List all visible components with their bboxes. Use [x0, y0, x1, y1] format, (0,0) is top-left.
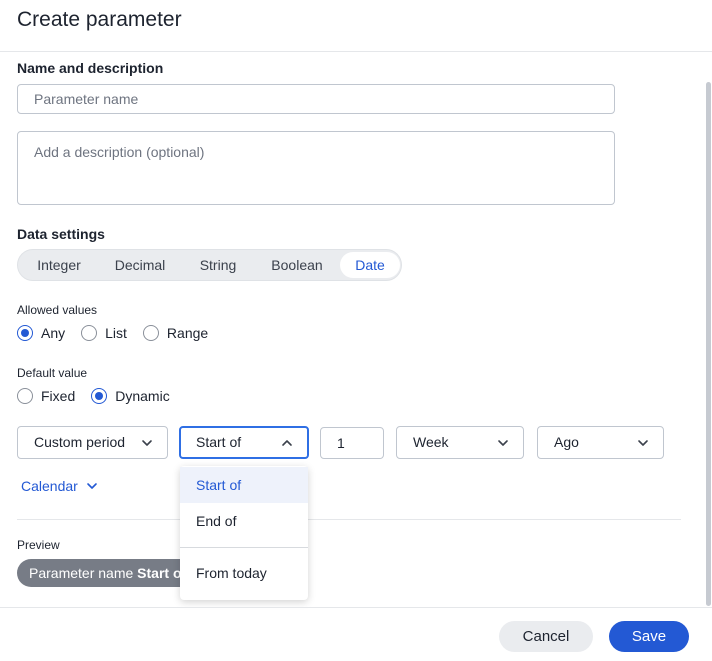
menu-item-end-of[interactable]: End of — [180, 503, 308, 539]
type-integer-button[interactable]: Integer — [20, 252, 98, 278]
dialog-title: Create parameter — [17, 8, 182, 31]
chevron-down-icon — [638, 440, 648, 446]
direction-select-value: Ago — [554, 434, 579, 450]
allowed-list-label: List — [105, 325, 127, 341]
unit-select[interactable]: Week — [396, 426, 524, 459]
allowed-values-radio-group: Any List Range — [17, 323, 224, 343]
dialog-header: Create parameter — [0, 0, 712, 52]
direction-select[interactable]: Ago — [537, 426, 664, 459]
menu-item-from-today[interactable]: From today — [180, 555, 308, 591]
allowed-any-label: Any — [41, 325, 66, 341]
type-decimal-button[interactable]: Decimal — [100, 252, 180, 278]
divider — [17, 519, 681, 520]
calendar-dropdown[interactable]: Calendar — [21, 477, 98, 495]
unit-select-value: Week — [413, 434, 449, 450]
menu-separator — [180, 547, 308, 548]
default-dynamic-radio[interactable] — [91, 388, 108, 404]
chevron-down-icon — [142, 440, 152, 446]
type-boolean-button[interactable]: Boolean — [256, 252, 338, 278]
allowed-range-radio[interactable] — [142, 325, 159, 341]
scrollbar-thumb[interactable] — [706, 82, 711, 606]
chevron-up-icon — [282, 440, 292, 446]
preview-pill: Parameter name Start of — [17, 559, 197, 587]
chevron-down-icon — [87, 483, 97, 489]
data-type-segmented-control: Integer Decimal String Boolean Date — [17, 249, 402, 281]
allowed-values-label: Allowed values — [17, 303, 98, 317]
allowed-range-label: Range — [166, 325, 209, 341]
default-dynamic-label: Dynamic — [115, 388, 170, 404]
anchor-select-value: Start of — [196, 434, 242, 450]
save-button[interactable]: Save — [609, 621, 689, 652]
period-select-value: Custom period — [34, 434, 126, 450]
default-value-label: Default value — [17, 366, 88, 380]
preview-parameter-value: Start of — [137, 565, 187, 581]
menu-item-start-of[interactable]: Start of — [180, 467, 308, 503]
amount-input[interactable] — [320, 427, 384, 459]
description-textarea[interactable] — [17, 131, 615, 205]
data-settings-label: Data settings — [17, 226, 105, 242]
preview-parameter-name: Parameter name — [29, 565, 134, 581]
default-fixed-radio[interactable] — [17, 388, 33, 404]
period-select[interactable]: Custom period — [17, 426, 168, 459]
chevron-down-icon — [498, 440, 508, 446]
anchor-dropdown-menu: Start of End of From today — [180, 466, 308, 600]
anchor-select[interactable]: Start of — [179, 426, 309, 459]
calendar-label: Calendar — [21, 478, 78, 494]
name-section-label: Name and description — [17, 60, 164, 76]
type-string-button[interactable]: String — [182, 252, 254, 278]
preview-label: Preview — [17, 538, 60, 552]
cancel-button[interactable]: Cancel — [499, 621, 593, 652]
parameter-name-input[interactable] — [17, 84, 615, 114]
allowed-list-radio[interactable] — [81, 325, 98, 341]
default-value-radio-group: Fixed Dynamic — [17, 386, 186, 406]
default-fixed-label: Fixed — [41, 388, 76, 404]
allowed-any-radio[interactable] — [17, 325, 33, 341]
dialog-footer — [0, 607, 712, 661]
type-date-button[interactable]: Date — [340, 252, 400, 278]
